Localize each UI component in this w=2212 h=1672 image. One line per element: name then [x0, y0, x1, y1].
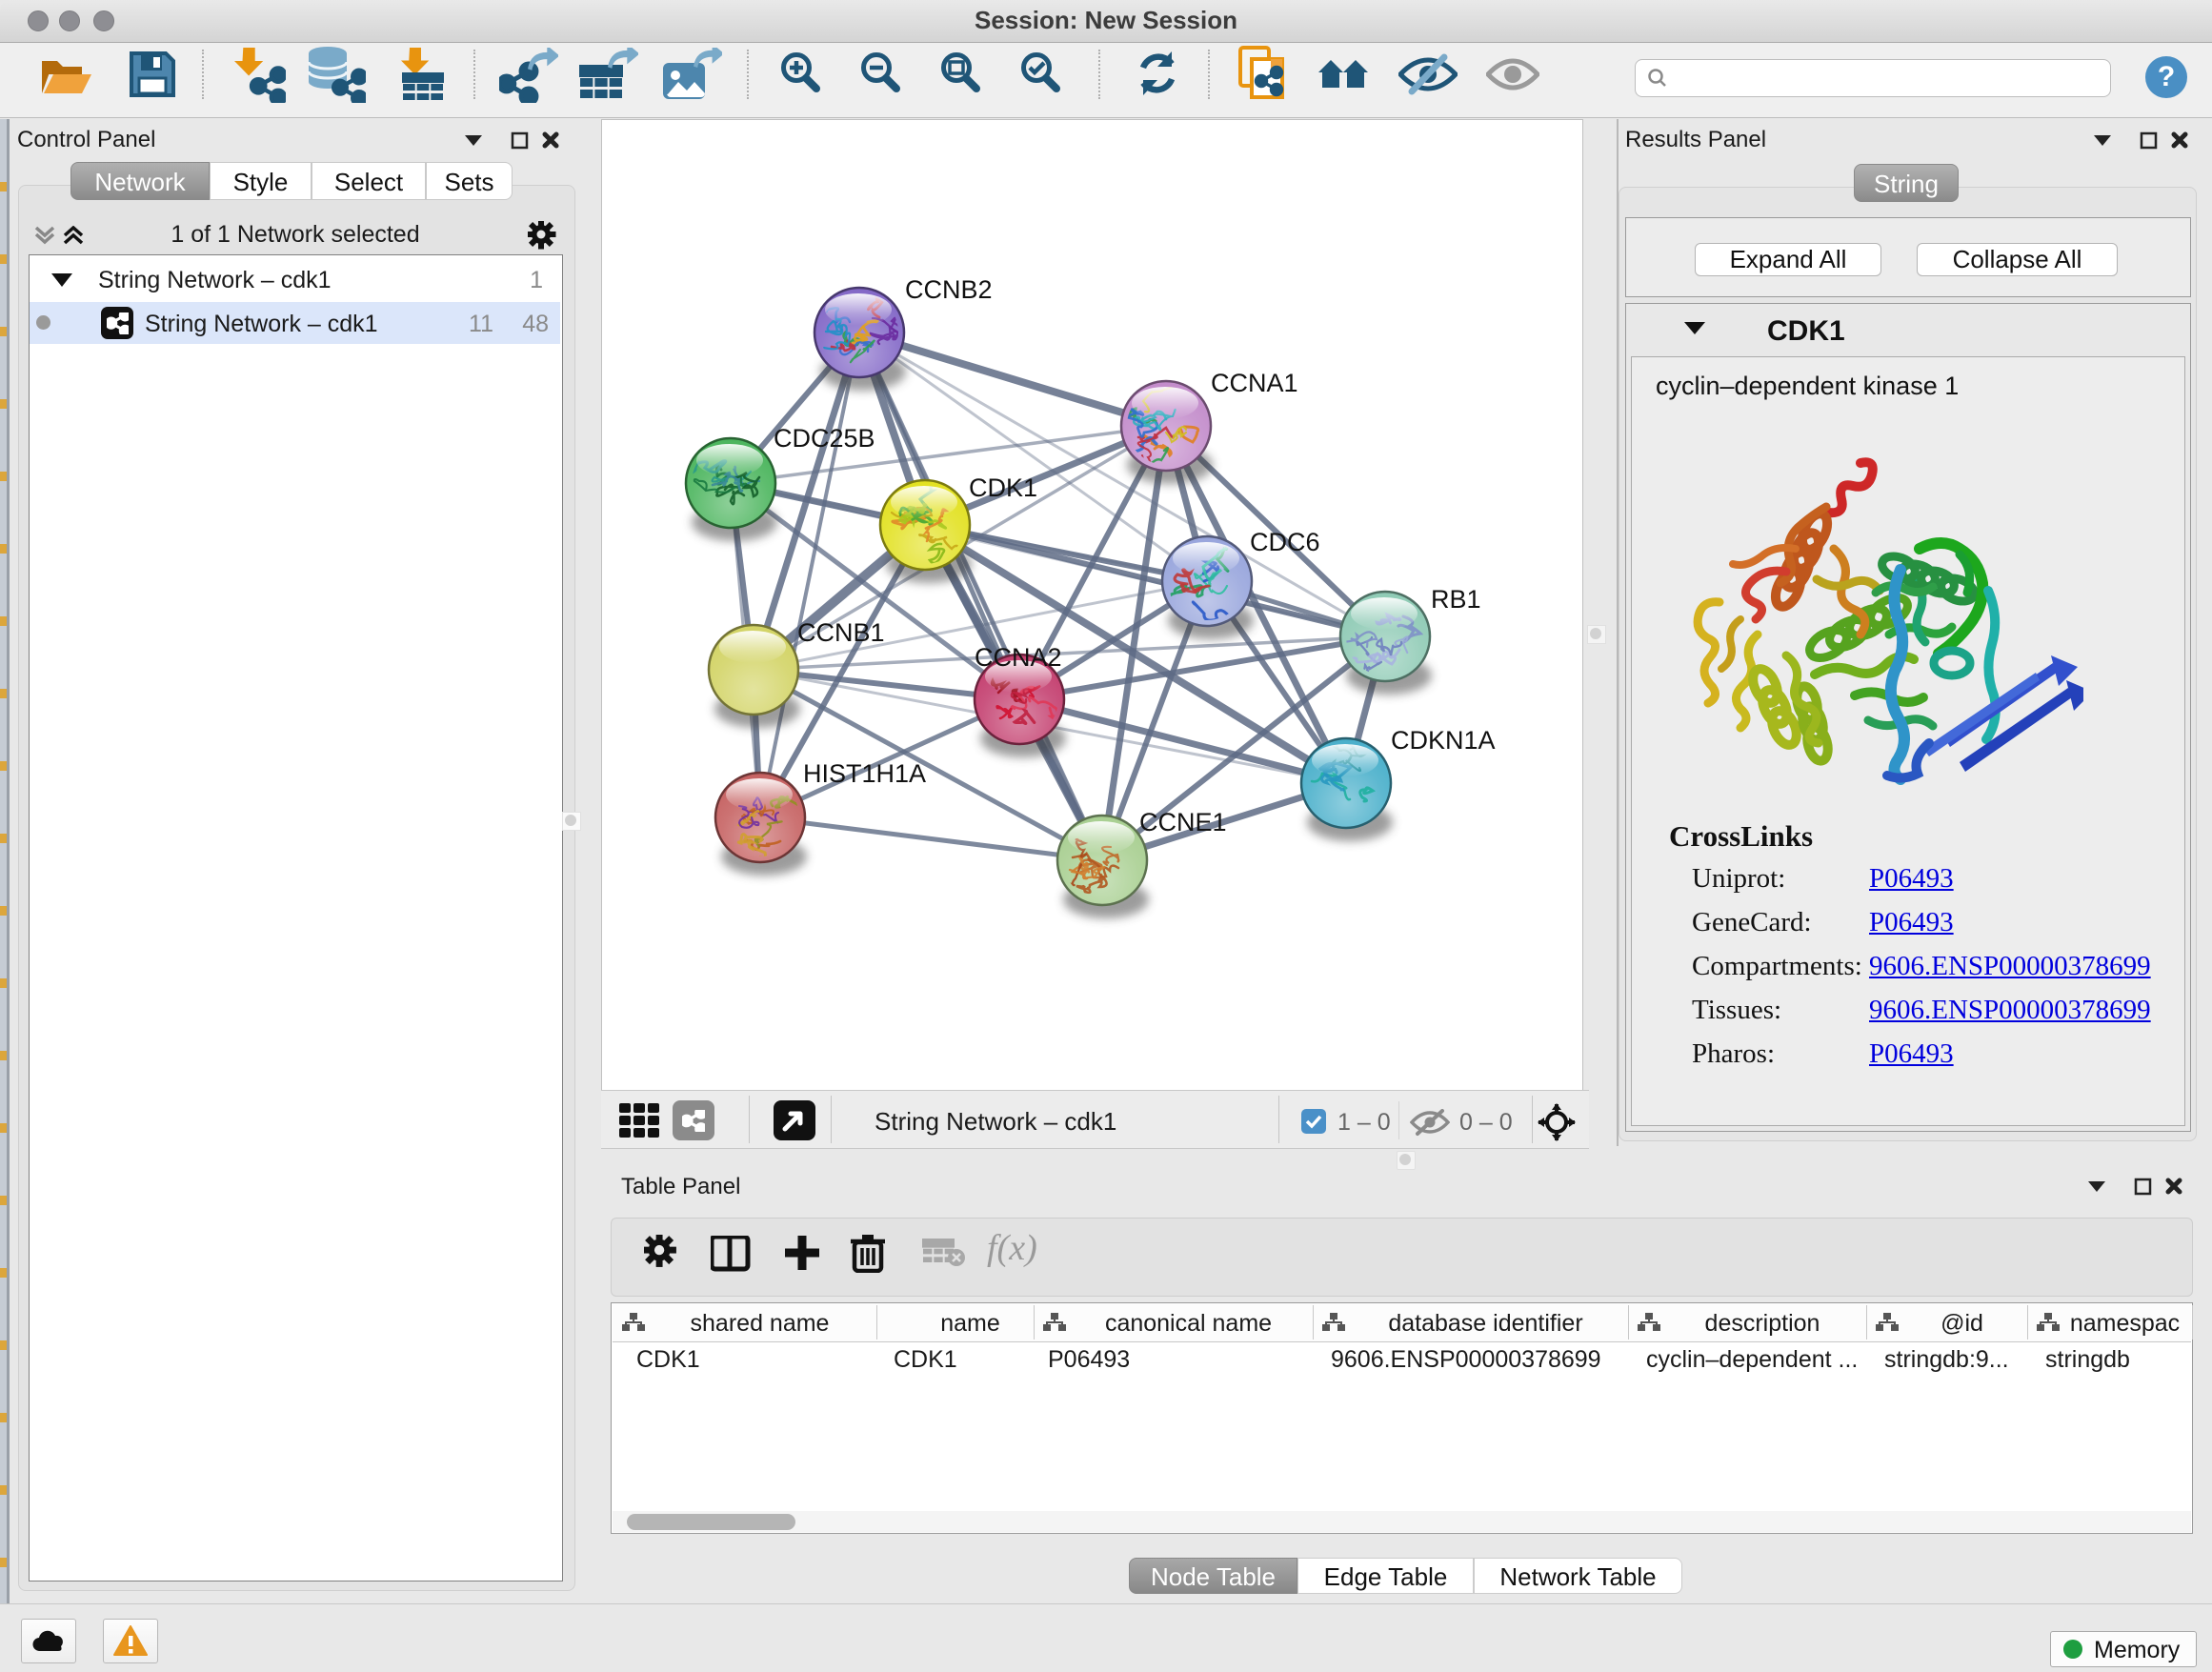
svg-text:CDKN1A: CDKN1A — [1391, 726, 1496, 755]
svg-text:CCNE1: CCNE1 — [1139, 808, 1227, 836]
svg-text:CCNB2: CCNB2 — [905, 275, 993, 304]
svg-text:HIST1H1A: HIST1H1A — [803, 759, 926, 788]
svg-text:RB1: RB1 — [1431, 585, 1481, 614]
svg-text:CDC25B: CDC25B — [774, 424, 875, 453]
svg-text:CCNA2: CCNA2 — [975, 643, 1062, 672]
svg-text:CCNA1: CCNA1 — [1211, 369, 1298, 397]
svg-text:CDK1: CDK1 — [969, 473, 1037, 502]
svg-text:CDC6: CDC6 — [1250, 528, 1320, 556]
svg-text:CCNB1: CCNB1 — [797, 618, 885, 647]
